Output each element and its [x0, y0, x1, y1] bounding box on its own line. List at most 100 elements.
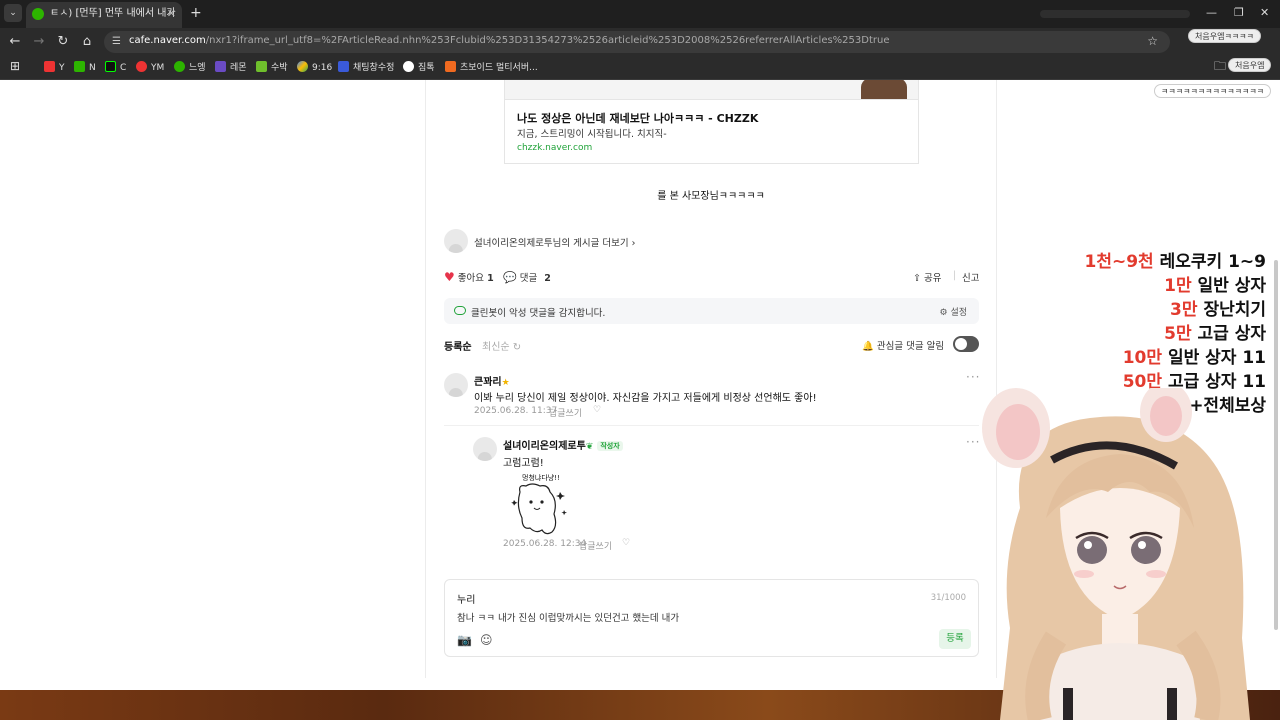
comment-write-box[interactable]: 누리 31/1000 참나 ㅋㅋ 내가 진심 이럽맞까시는 있던건고 했는데 내…: [444, 579, 979, 657]
camera-icon[interactable]: 📷: [457, 633, 472, 647]
refresh-icon: ↻: [512, 342, 522, 353]
maximize-button[interactable]: ❐: [1234, 6, 1244, 20]
sort-latest-label: 최신순: [482, 342, 510, 353]
commenter-avatar[interactable]: [444, 373, 468, 397]
url-text[interactable]: cafe.naver.com/nxr1?iframe_url_utf8=%2FA…: [129, 35, 890, 46]
bookmark-c[interactable]: C: [105, 61, 126, 75]
bookmark-916[interactable]: 9:16: [297, 61, 332, 75]
reply-avatar[interactable]: [473, 437, 497, 461]
bookmark-watermelon[interactable]: 수박: [256, 61, 288, 75]
comment-like-heart-icon[interactable]: ♡: [593, 405, 601, 415]
bookmark-y[interactable]: Y: [44, 61, 65, 75]
comment-label: 댓글: [519, 273, 538, 284]
leaf-badge-icon: ❦: [585, 442, 594, 452]
comment-bubble-icon: 💬: [503, 271, 517, 284]
bookmarks-bar: ⊞ Y N C YM 느엥 레몬 수박 9:16 채팅창수정 짐톡 츠보이드 멀…: [0, 56, 1280, 80]
comment-nickname[interactable]: 큰꽈리★: [474, 373, 510, 388]
comment-count: 2: [544, 273, 551, 284]
bookmark-label: 츠보이드 멀티서버...: [460, 63, 538, 73]
share-icon: ⇪: [913, 273, 921, 284]
vtuber-avatar-image: [982, 388, 1250, 720]
share-button[interactable]: ⇪ 공유: [913, 270, 941, 284]
link-preview-thumbnail: [505, 80, 918, 100]
chat-message-chip: 처음우엠ㅋㅋㅋㅋ: [1188, 29, 1261, 43]
bookmark-lemon[interactable]: 레몬: [215, 61, 247, 75]
tab-search-menu-button[interactable]: ⌄: [4, 4, 22, 22]
link-card-description: 지금, 스트리밍이 시작됩니다. 치지직-: [517, 129, 667, 140]
reply-button[interactable]: 답글쓰기: [579, 539, 612, 552]
bookmark-neueng[interactable]: 느엥: [174, 61, 206, 75]
minimize-button[interactable]: —: [1206, 6, 1217, 20]
close-icon[interactable]: ✕: [167, 2, 176, 26]
twitch-icon: [215, 61, 226, 72]
address-bar[interactable]: ☰ cafe.naver.com/nxr1?iframe_url_utf8=%2…: [104, 31, 1170, 53]
comment-more-button[interactable]: ···: [966, 370, 980, 384]
apps-grid-icon[interactable]: ⊞: [10, 59, 20, 73]
cleanbot-settings-button[interactable]: ⚙ 설정: [939, 305, 967, 318]
bookmark-label: 짐톡: [418, 63, 435, 73]
reload-button[interactable]: ↻: [54, 33, 72, 51]
close-window-button[interactable]: ✕: [1260, 6, 1269, 20]
comment-alarm-label: 🔔 관심글 댓글 알림: [862, 338, 944, 352]
zimtok-icon: [403, 61, 414, 72]
forward-button[interactable]: →: [30, 33, 48, 51]
report-button[interactable]: 신고: [962, 270, 979, 284]
reply-date: 2025.06.28. 12:34: [503, 539, 587, 549]
bookmark-chat-edit[interactable]: 채팅창수정: [338, 61, 394, 75]
reply-like-heart-icon[interactable]: ♡: [622, 538, 630, 548]
bookmark-label: YM: [151, 63, 165, 73]
like-button[interactable]: ♥ 좋아요 1: [444, 270, 494, 284]
sort-latest-tab[interactable]: 최신순 ↻: [482, 338, 521, 353]
app-icon: [297, 61, 308, 72]
donation-reward: 장난치기: [1203, 300, 1266, 320]
emoji-icon[interactable]: ☺: [480, 633, 493, 647]
active-tab[interactable]: ㅌㅅ) [먼뚜] 먼뚜 내에서 내가 ✕: [26, 2, 182, 28]
donation-row: 3만 장난치기: [1085, 298, 1266, 322]
bookmark-label: N: [89, 63, 96, 73]
author-avatar[interactable]: [444, 229, 468, 253]
char-counter: 31/1000: [930, 593, 966, 603]
chat-message-chip: ㅋㅋㅋㅋㅋㅋㅋㅋㅋㅋㅋㅋㅋㅋ: [1154, 84, 1272, 98]
bookmark-label: C: [120, 63, 127, 73]
link-preview-card[interactable]: 나도 정상은 아닌데 재네보단 나아ㅋㅋㅋ - CHZZK 지금, 스트리밍이 …: [504, 80, 919, 164]
cat-sticker-image: 멍청냐다냥!!: [511, 473, 567, 535]
bookmark-ym[interactable]: YM: [136, 61, 164, 75]
blogger-icon: [445, 61, 456, 72]
bookmark-zimtok[interactable]: 짐톡: [403, 61, 435, 75]
bookmark-n[interactable]: N: [74, 61, 96, 75]
bookmark-star-icon[interactable]: ☆: [1147, 34, 1158, 48]
bell-icon: 🔔: [862, 341, 874, 352]
like-label: 좋아요: [457, 273, 485, 284]
chat-message-chip: 처음우엠: [1228, 58, 1272, 72]
link-card-url: chzzk.naver.com: [517, 143, 593, 153]
bookmark-label: 수박: [271, 63, 288, 73]
reply-nickname[interactable]: 설녀이리온의제로투❦ 작성자: [503, 437, 623, 452]
donation-amount: 3만: [1170, 300, 1198, 320]
cleanbot-text: 클린봇이 악성 댓글을 감지합니다.: [471, 308, 606, 319]
submit-comment-button[interactable]: 등록: [939, 629, 971, 649]
comment-count-button[interactable]: 💬 댓글 2: [503, 270, 551, 284]
thumbnail-character-image: [861, 80, 907, 99]
reply-more-button[interactable]: ···: [966, 435, 980, 449]
donation-row: 1만 일반 상자: [1085, 274, 1266, 298]
bookmark-label: Y: [59, 63, 65, 73]
watermelon-icon: [256, 61, 267, 72]
bookmarks-folder-icon[interactable]: 🗀: [1214, 59, 1226, 73]
reply-button[interactable]: 답글쓰기: [549, 406, 582, 419]
home-button[interactable]: ⌂: [78, 33, 96, 51]
sort-register-tab[interactable]: 등록순: [444, 338, 472, 353]
comment-divider: [444, 425, 979, 426]
comment-input[interactable]: 참나 ㅋㅋ 내가 진심 이럽맞까시는 있던건고 했는데 내가: [457, 610, 679, 624]
naver-icon: [74, 61, 85, 72]
donation-row: 10만 일반 상자 11: [1085, 346, 1266, 370]
tab-strip: ⌄ ㅌㅅ) [먼뚜] 먼뚜 내에서 내가 ✕ + — ❐ ✕: [0, 0, 1280, 28]
bookmark-label: 9:16: [312, 63, 333, 73]
new-tab-button[interactable]: +: [190, 4, 202, 22]
back-button[interactable]: ←: [6, 33, 24, 51]
alarm-text: 관심글 댓글 알림: [876, 341, 945, 352]
chat-icon: [338, 61, 349, 72]
bookmark-multiserver[interactable]: 츠보이드 멀티서버...: [445, 61, 538, 75]
site-info-icon[interactable]: ☰: [112, 36, 124, 48]
comment-alarm-toggle[interactable]: [953, 336, 979, 352]
author-more-posts-link[interactable]: 설녀이리온의제로투님의 게시글 더보기 ›: [474, 235, 635, 249]
